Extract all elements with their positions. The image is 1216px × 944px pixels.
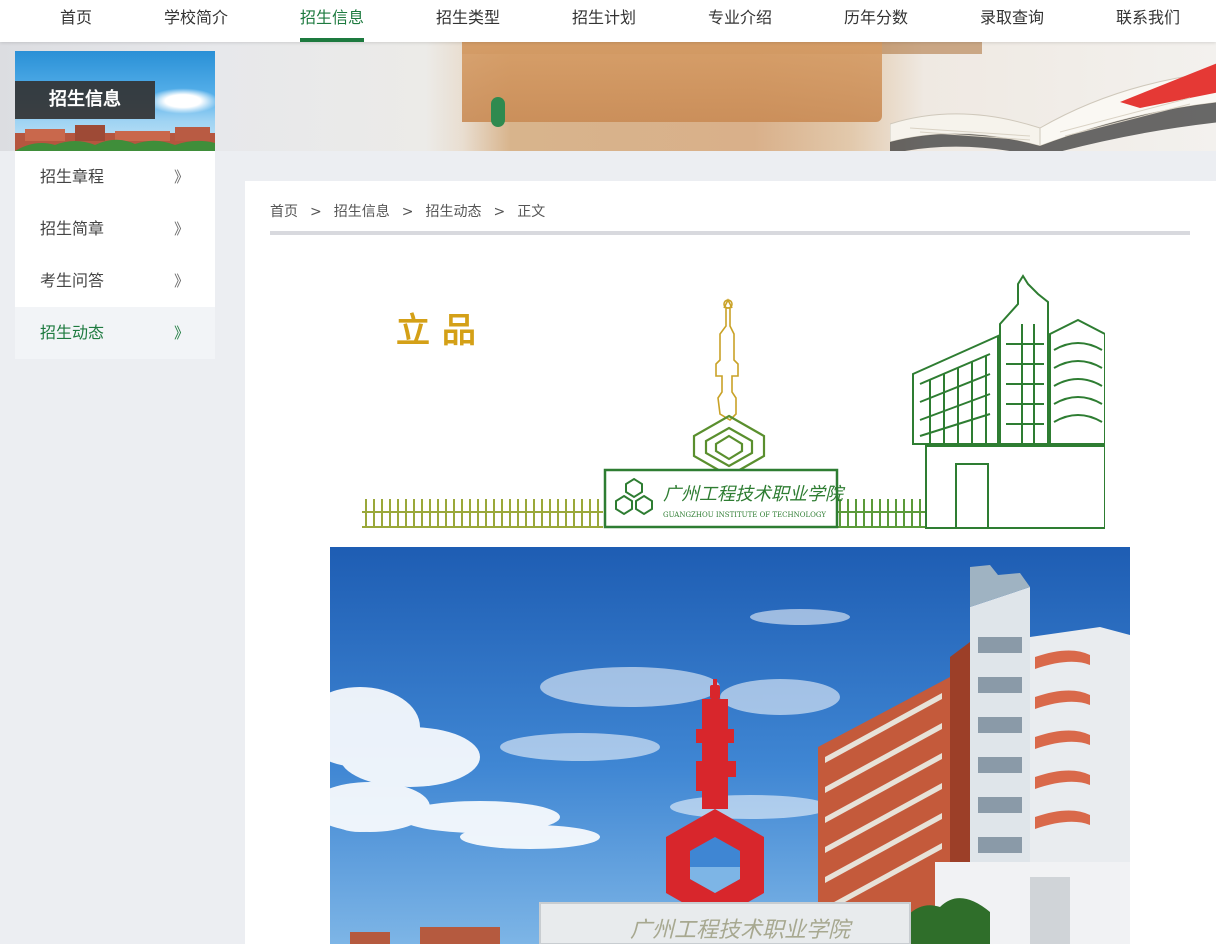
sidebar-menu: 招生章程 》 招生简章 》 考生问答 》 招生动态 》 — [15, 151, 215, 359]
nav-item-admission-query[interactable]: 录取查询 — [980, 0, 1044, 42]
nav-item-past-scores[interactable]: 历年分数 — [844, 0, 908, 42]
nav-item-majors[interactable]: 专业介绍 — [708, 0, 772, 42]
breadcrumb-admission-news[interactable]: 招生动态 — [425, 201, 481, 221]
breadcrumb-divider — [270, 231, 1190, 235]
illustration-heading: 立 品 — [396, 311, 476, 351]
sidebar-item-label: 招生章程 — [40, 167, 105, 186]
chevron-right-icon: 》 — [173, 324, 189, 342]
sidebar-item-faq[interactable]: 考生问答 》 — [15, 255, 215, 307]
breadcrumb: 首页 > 招生信息 > 招生动态 > 正文 — [270, 201, 545, 221]
banner-knob — [491, 97, 505, 127]
breadcrumb-admission-info[interactable]: 招生信息 — [334, 201, 390, 221]
campus-photo — [15, 125, 215, 151]
chevron-right-icon: 》 — [173, 220, 189, 238]
breadcrumb-current: 正文 — [517, 204, 546, 220]
sidebar-header-image: 招生信息 — [15, 51, 215, 151]
breadcrumb-home[interactable]: 首页 — [270, 201, 298, 221]
breadcrumb-separator: > — [401, 204, 414, 220]
nav-item-admission-types[interactable]: 招生类型 — [436, 0, 500, 42]
campus-photo-main: 广州工程技术职业学院 — [330, 547, 1130, 944]
nav-item-home[interactable]: 首页 — [60, 0, 92, 42]
gate-school-name: 广州工程技术职业学院 — [630, 918, 853, 943]
sidebar-item-admission-brochure[interactable]: 招生简章 》 — [15, 203, 215, 255]
banner-desk — [462, 42, 882, 122]
sidebar-item-label: 考生问答 — [40, 271, 105, 290]
plaque-english-name: GUANGZHOU INSTITUTE OF TECHNOLOGY — [663, 511, 826, 519]
sidebar-item-admission-news[interactable]: 招生动态 》 — [15, 307, 215, 359]
breadcrumb-separator: > — [493, 204, 506, 220]
chevron-right-icon: 》 — [173, 272, 189, 290]
sidebar-item-label: 招生动态 — [40, 323, 105, 342]
nav-item-admission-info[interactable]: 招生信息 — [300, 0, 364, 42]
nav-item-contact[interactable]: 联系我们 — [1116, 0, 1180, 42]
open-book-image — [890, 63, 1216, 151]
plaque-school-name: 广州工程技术职业学院 — [663, 484, 846, 505]
campus-line-illustration: 立 品 广州工程技术职业学院 GUANGZHOU INSTITUTE OF TE… — [358, 264, 1105, 529]
top-navigation: 首页 学校简介 招生信息 招生类型 招生计划 专业介绍 历年分数 录取查询 联系… — [0, 0, 1216, 42]
nav-item-admission-plan[interactable]: 招生计划 — [572, 0, 636, 42]
article-content: 首页 > 招生信息 > 招生动态 > 正文 立 品 广州工程技术职业学院 GUA… — [245, 181, 1216, 944]
nav-item-school-intro[interactable]: 学校简介 — [164, 0, 228, 42]
breadcrumb-separator: > — [310, 204, 322, 220]
sidebar-title: 招生信息 — [15, 81, 155, 119]
sidebar-item-admission-charter[interactable]: 招生章程 》 — [15, 151, 215, 203]
sky-clouds — [155, 86, 215, 116]
sidebar-item-label: 招生简章 — [40, 219, 105, 238]
chevron-right-icon: 》 — [173, 168, 189, 186]
